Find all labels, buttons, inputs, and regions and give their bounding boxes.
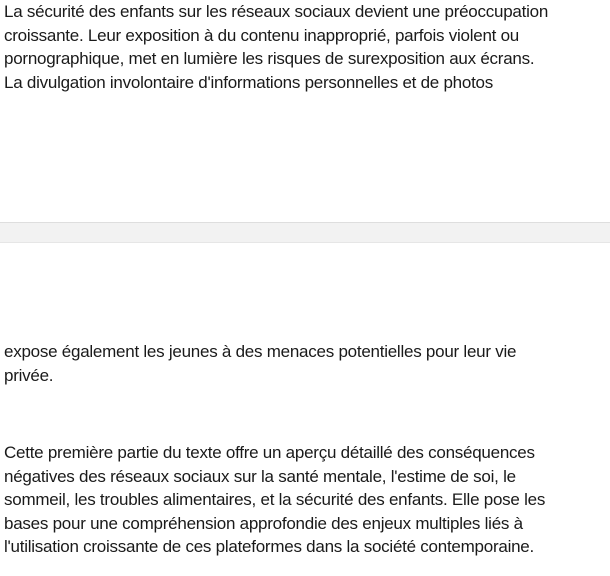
text-line: croissante. Leur exposition à du contenu… <box>4 25 520 45</box>
text-line: expose également les jeunes à des menace… <box>4 342 517 361</box>
page-break-divider <box>0 222 610 243</box>
document-view: La sécurité des enfants sur les réseaux … <box>0 0 610 576</box>
text-line: bases pour une compréhension approfondie… <box>4 513 523 533</box>
paragraph-summary[interactable]: Cette première partie du texte offre un … <box>4 441 608 559</box>
paragraph-safety-continued[interactable]: expose également les jeunes à des menace… <box>4 340 608 387</box>
text-line: La divulgation involontaire d'informatio… <box>4 72 494 92</box>
text-line: l'utilisation croissante de ces platefor… <box>4 537 534 557</box>
text-line: sommeil, les troubles alimentaires, et l… <box>4 490 546 510</box>
text-line: Cette première partie du texte offre un … <box>4 443 535 462</box>
text-line: négatives des réseaux sociaux sur la san… <box>4 466 516 486</box>
paragraph-safety-intro[interactable]: La sécurité des enfants sur les réseaux … <box>4 0 608 94</box>
text-line: privée. <box>4 365 54 385</box>
text-line: pornographique, met en lumière les risqu… <box>4 49 535 69</box>
text-line: La sécurité des enfants sur les réseaux … <box>4 2 549 21</box>
